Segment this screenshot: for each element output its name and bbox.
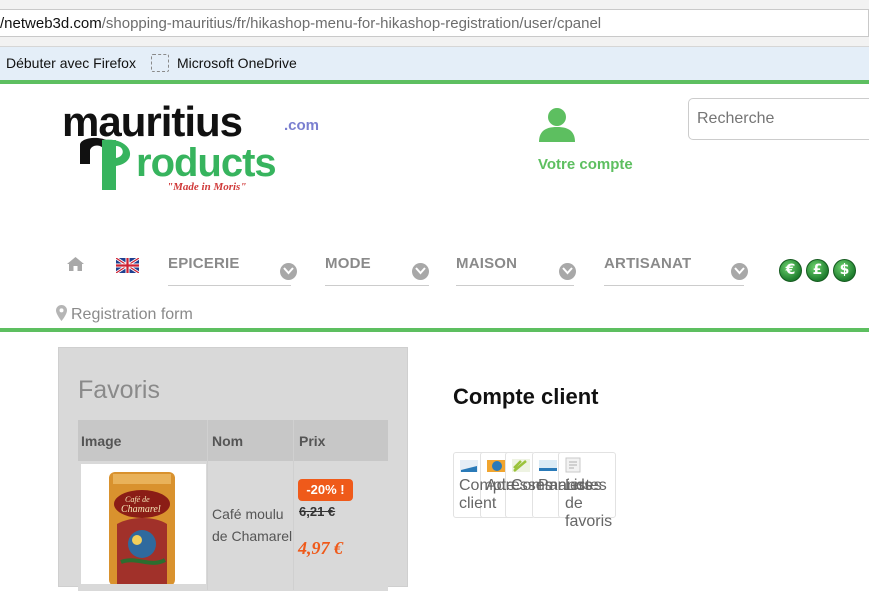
old-price: 6,21 €: [299, 504, 336, 519]
menu-item-maison[interactable]: MAISON: [456, 255, 576, 286]
chevron-down-icon[interactable]: [280, 263, 297, 280]
menu-label: MODE: [325, 255, 371, 272]
svg-text:Café de: Café de: [125, 495, 150, 504]
chevron-down-icon[interactable]: [559, 263, 576, 280]
compte-client-title: Compte client: [453, 384, 599, 409]
column-header-image: Image: [81, 433, 122, 449]
map-pin-icon: [56, 305, 67, 326]
product-image[interactable]: Café de Chamarel: [81, 464, 206, 586]
bookmarks-bar: Débuter avec Firefox Microsoft OneDrive: [0, 47, 869, 80]
discount-badge: -20% !: [298, 479, 353, 501]
search-input[interactable]: [688, 98, 869, 140]
breadcrumb: Registration form: [56, 305, 193, 326]
svg-text:mauritius: mauritius: [62, 100, 242, 145]
product-name[interactable]: Café moulu de Chamarel: [212, 503, 296, 547]
breadcrumb-label: Registration form: [71, 306, 193, 323]
menu-item-epicerie[interactable]: EPICERIE: [168, 255, 297, 286]
orders-icon: [511, 456, 531, 474]
wishlist-icon: [564, 456, 584, 474]
user-icon[interactable]: [536, 104, 578, 144]
header-divider-top: [0, 80, 869, 84]
account-link[interactable]: Votre compte: [538, 156, 633, 173]
header-divider-bottom: [0, 328, 869, 332]
column-header-prix: Prix: [299, 433, 326, 449]
column-header-nom: Nom: [212, 433, 244, 449]
logo-graphic: mauritius .com roducts "Made in Moris": [62, 98, 319, 193]
bookmark-onedrive[interactable]: Microsoft OneDrive: [177, 55, 297, 71]
svg-text:roducts: roducts: [136, 141, 276, 185]
chevron-down-icon[interactable]: [412, 263, 429, 280]
tile-label-listes-de-favoris: Listes de favoris: [565, 477, 613, 530]
home-icon[interactable]: [66, 256, 85, 277]
site-logo[interactable]: mauritius .com roducts "Made in Moris": [62, 98, 332, 200]
onedrive-icon: [151, 54, 169, 72]
url-host: /netweb3d.com: [0, 15, 102, 32]
cart-icon: [538, 456, 558, 474]
currency-pound-button[interactable]: £: [806, 259, 829, 282]
svg-text:Chamarel: Chamarel: [121, 504, 161, 515]
menu-item-artisanat[interactable]: ARTISANAT: [604, 255, 748, 286]
address-icon: [486, 456, 506, 474]
menu-item-mode[interactable]: MODE: [325, 255, 429, 286]
chevron-down-icon[interactable]: [731, 263, 748, 280]
column-divider: [207, 420, 208, 590]
menu-label: MAISON: [456, 255, 518, 272]
url-field[interactable]: /netweb3d.com/shopping-mauritius/fr/hika…: [0, 9, 869, 37]
url-path: /shopping-mauritius/fr/hikashop-menu-for…: [101, 15, 602, 32]
svg-text:.com: .com: [284, 117, 319, 134]
menu-label: EPICERIE: [168, 255, 240, 272]
bookmark-firefox[interactable]: Débuter avec Firefox: [6, 55, 136, 71]
currency-euro-button[interactable]: €: [779, 259, 802, 282]
browser-toolbar: /netweb3d.com/shopping-mauritius/fr/hika…: [0, 0, 869, 47]
favoris-title: Favoris: [78, 376, 160, 404]
customer-account-icon: [459, 456, 479, 474]
currency-dollar-button[interactable]: $: [833, 259, 856, 282]
new-price: 4,97 €: [298, 538, 343, 558]
svg-text:"Made in Moris": "Made in Moris": [167, 181, 246, 193]
uk-flag-icon[interactable]: [115, 256, 140, 275]
menu-label: ARTISANAT: [604, 255, 692, 272]
